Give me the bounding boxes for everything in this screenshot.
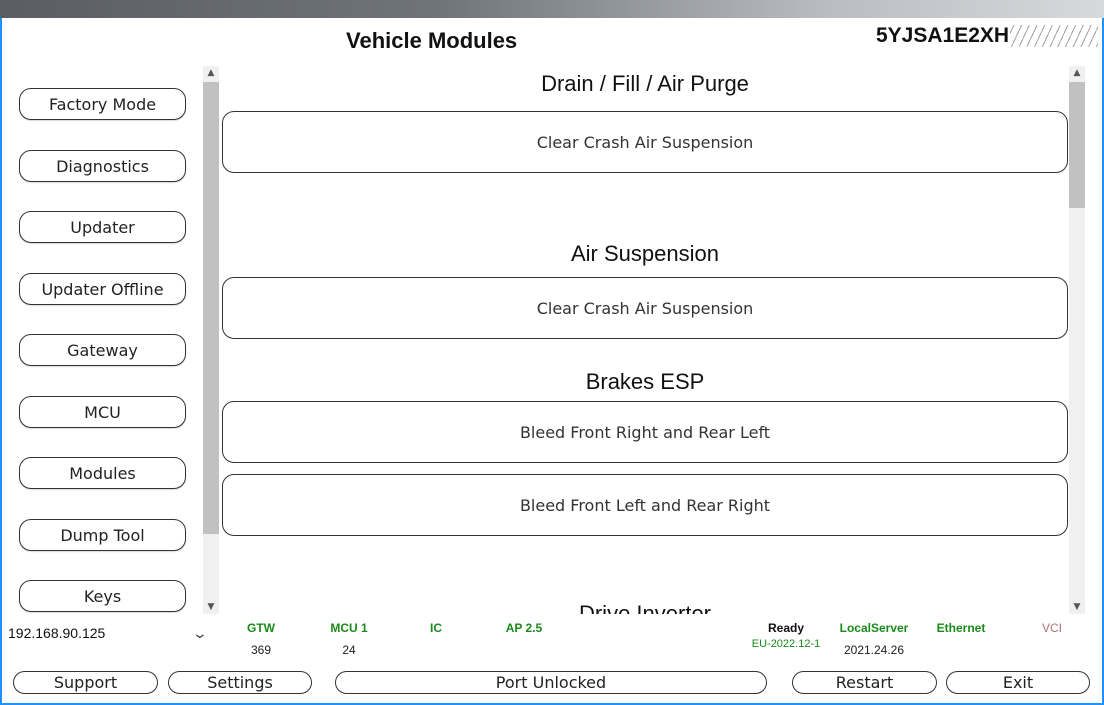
status-ready-version: EU-2022.12-1 [751,638,821,650]
ip-address-select[interactable]: 192.168.90.125 ⌄ [8,620,208,646]
scroll-down-icon[interactable]: ▼ [1069,600,1085,614]
status-mcu-label: MCU 1 [330,621,368,635]
status-localserver-label: LocalServer [839,621,909,635]
support-button[interactable]: Support [13,671,158,694]
status-vci-label: VCI [1041,621,1062,635]
bleed-front-left-rear-right-button[interactable]: Bleed Front Left and Rear Right [222,474,1068,536]
page-title: Vehicle Modules [346,28,518,53]
sidebar-item-updater[interactable]: Updater [19,211,186,243]
sidebar-item-factory-mode[interactable]: Factory Mode [19,88,186,120]
restart-button[interactable]: Restart [792,671,937,694]
sidebar-item-keys[interactable]: Keys [19,580,186,612]
status-mcu-value: 24 [342,643,356,657]
sidebar-scrollbar[interactable]: ▲ ▼ [203,66,219,614]
status-ready-label: Ready [767,621,805,635]
sidebar-item-mcu[interactable]: MCU [19,396,186,428]
vin-display: 5YJSA1E2XH [876,24,1099,48]
bleed-front-right-rear-left-button[interactable]: Bleed Front Right and Rear Left [222,401,1068,463]
content-scroll-thumb[interactable] [1069,82,1085,208]
scroll-up-icon[interactable]: ▲ [203,66,219,80]
section-title-air-suspension: Air Suspension [571,241,719,266]
sidebar-item-updater-offline[interactable]: Updater Offline [19,273,186,305]
chevron-down-icon[interactable]: ⌄ [192,625,208,642]
window-titlebar [0,0,1104,18]
sidebar-scroll-thumb[interactable] [203,82,219,534]
settings-button[interactable]: Settings [168,671,312,694]
section-title-drive-inverter: Drive Inverter [578,601,712,614]
vin-text: 5YJSA1E2XH [876,24,1010,47]
status-gtw-value: 369 [250,643,272,657]
vin-redaction [1010,25,1099,48]
clear-crash-air-suspension-button[interactable]: Clear Crash Air Suspension [222,111,1068,173]
sidebar-item-modules[interactable]: Modules [19,457,186,489]
scroll-down-icon[interactable]: ▼ [203,600,219,614]
section-title-drain-fill: Drain / Fill / Air Purge [541,71,749,96]
clear-crash-air-suspension-button-2[interactable]: Clear Crash Air Suspension [222,277,1068,339]
scroll-up-icon[interactable]: ▲ [1069,66,1085,80]
status-ap-label: AP 2.5 [505,621,543,635]
status-ethernet-label: Ethernet [936,621,986,635]
status-localserver-value: 2021.24.26 [843,643,905,657]
port-unlocked-button[interactable]: Port Unlocked [335,671,767,694]
section-title-brakes-esp: Brakes ESP [585,369,705,394]
status-ic-label: IC [430,621,442,635]
sidebar-item-dump-tool[interactable]: Dump Tool [19,519,186,551]
status-gtw-label: GTW [247,621,275,635]
ip-address-value: 192.168.90.125 [8,625,106,641]
content-scrollbar[interactable]: ▲ ▼ [1069,66,1085,614]
sidebar-item-gateway[interactable]: Gateway [19,334,186,366]
modules-content: Drain / Fill / Air Purge Clear Crash Air… [222,66,1068,614]
sidebar-item-diagnostics[interactable]: Diagnostics [19,150,186,182]
exit-button[interactable]: Exit [946,671,1090,694]
